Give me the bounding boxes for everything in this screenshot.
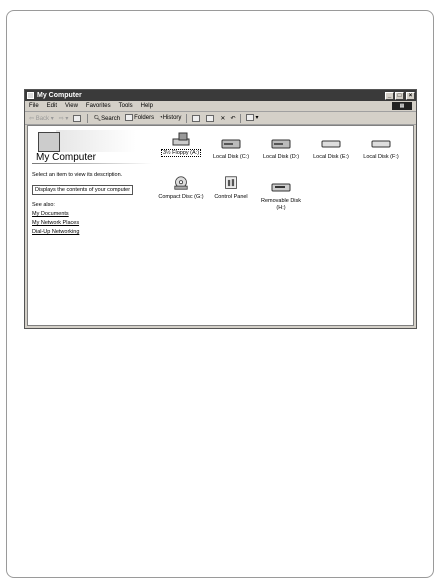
search-button[interactable]: 🔍︎Search	[93, 115, 120, 122]
delete-icon[interactable]: ✕	[220, 115, 225, 122]
close-button[interactable]: ×	[406, 91, 415, 100]
drive-e-label: Local Disk (E:)	[313, 154, 349, 160]
item-description: Displays the contents of your computer	[32, 185, 134, 195]
drive-c-label: Local Disk (C:)	[212, 154, 250, 160]
window-title: My Computer	[37, 92, 82, 99]
menu-favorites[interactable]: Favorites	[86, 103, 111, 109]
my-computer-window: My Computer _ □ × File Edit View Favorit…	[24, 89, 417, 329]
hard-disk-icon	[271, 139, 291, 149]
drive-h[interactable]: Removable Disk (H:)	[256, 180, 306, 212]
hard-disk-icon	[321, 140, 341, 148]
removable-disk-icon	[271, 183, 291, 192]
info-panel: My Computer Select an item to view its d…	[32, 130, 162, 235]
drive-g-label: Compact Disc (G:)	[158, 194, 204, 200]
hard-disk-icon	[371, 140, 391, 148]
folders-button[interactable]: Folders	[125, 114, 155, 122]
menu-bar: File Edit View Favorites Tools Help ▦	[25, 101, 416, 112]
toolbar: ⇦ Back ▾ ⇨ ▾ 🔍︎Search Folders ◔History ✕…	[25, 112, 416, 125]
link-dial-up-networking[interactable]: Dial-Up Networking	[32, 229, 162, 235]
toolbar-separator	[186, 113, 188, 123]
back-label: Back	[35, 115, 50, 122]
drive-h-label: Removable Disk (H:)	[260, 198, 302, 211]
forward-button[interactable]: ⇨ ▾	[59, 115, 69, 122]
menu-tools[interactable]: Tools	[119, 103, 133, 109]
content-area: My Computer Select an item to view its d…	[27, 125, 414, 326]
drive-g[interactable]: Compact Disc (G:)	[156, 176, 206, 201]
control-panel[interactable]: Control Panel	[206, 176, 256, 201]
toolbar-separator	[87, 113, 89, 123]
toolbar-separator	[240, 113, 242, 123]
banner: My Computer	[32, 130, 162, 164]
folders-label: Folders	[134, 115, 155, 122]
menu-file[interactable]: File	[29, 103, 39, 109]
see-also-label: See also:	[32, 202, 55, 208]
drive-f-label: Local Disk (F:)	[363, 154, 399, 160]
up-folder-icon[interactable]	[73, 114, 82, 122]
title-bar[interactable]: My Computer _ □ ×	[25, 90, 416, 101]
drive-a-label: 3½ Floppy (A:)	[160, 149, 202, 157]
heading-rule	[32, 163, 152, 164]
drive-a[interactable]: 3½ Floppy (A:)	[156, 132, 206, 157]
move-to-icon[interactable]	[192, 114, 201, 122]
drive-c[interactable]: Local Disk (C:)	[206, 136, 256, 161]
minimize-button[interactable]: _	[385, 91, 394, 100]
drive-f[interactable]: Local Disk (F:)	[356, 136, 406, 161]
cd-drive-icon	[174, 176, 188, 190]
search-icon: 🔍︎	[93, 115, 102, 122]
views-icon	[246, 114, 255, 122]
menu-help[interactable]: Help	[141, 103, 153, 109]
menu-view[interactable]: View	[65, 103, 78, 109]
back-button[interactable]: ⇦ Back ▾	[29, 115, 54, 122]
maximize-button[interactable]: □	[395, 91, 404, 100]
link-my-documents[interactable]: My Documents	[32, 211, 162, 217]
computer-icon	[27, 92, 34, 99]
windows-logo-icon: ▦	[392, 102, 412, 110]
history-label: History	[162, 115, 182, 121]
floppy-drive-icon	[172, 132, 190, 146]
folders-icon	[125, 114, 134, 122]
panel-heading: My Computer	[36, 152, 97, 163]
control-panel-label: Control Panel	[214, 194, 248, 200]
hard-disk-icon	[221, 139, 241, 149]
banner-glow	[56, 130, 136, 152]
history-button[interactable]: ◔History	[159, 115, 181, 121]
copy-to-icon[interactable]	[206, 114, 215, 122]
undo-icon[interactable]: ↶	[230, 115, 235, 122]
menu-edit[interactable]: Edit	[47, 103, 57, 109]
link-my-network-places[interactable]: My Network Places	[32, 220, 162, 226]
drive-e[interactable]: Local Disk (E:)	[306, 136, 356, 161]
drive-d[interactable]: Local Disk (D:)	[256, 136, 306, 161]
control-panel-icon	[225, 176, 237, 189]
my-computer-icon	[38, 132, 60, 152]
views-button[interactable]: ▾	[246, 114, 258, 122]
search-label: Search	[101, 115, 121, 122]
select-prompt: Select an item to view its description.	[32, 172, 123, 178]
drive-d-label: Local Disk (D:)	[262, 154, 300, 160]
